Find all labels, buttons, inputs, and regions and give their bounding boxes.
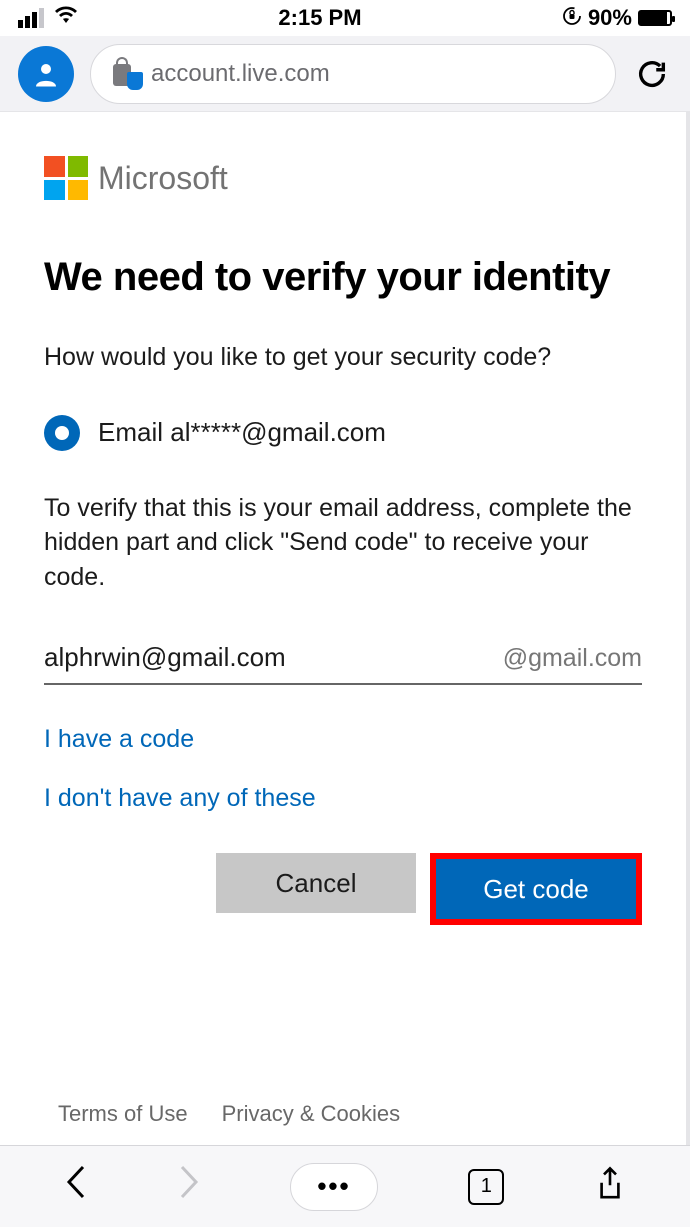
privacy-link[interactable]: Privacy & Cookies — [222, 1101, 401, 1127]
page-heading: We need to verify your identity — [44, 254, 642, 301]
microsoft-logo-icon — [44, 156, 88, 200]
instruction-text: To verify that this is your email addres… — [44, 491, 642, 595]
reload-button[interactable] — [632, 54, 672, 94]
rotation-lock-icon — [562, 6, 582, 31]
email-input-row: @gmail.com — [44, 642, 642, 685]
tabs-button[interactable]: 1 — [468, 1169, 504, 1205]
terms-link[interactable]: Terms of Use — [58, 1101, 188, 1127]
browser-toolbar-top: account.live.com — [0, 36, 690, 112]
battery-icon — [638, 10, 672, 26]
microsoft-wordmark: Microsoft — [98, 160, 228, 197]
url-text: account.live.com — [151, 60, 330, 88]
footer-links: Terms of Use Privacy & Cookies — [0, 1101, 458, 1127]
verify-option-email[interactable]: Email al*****@gmail.com — [44, 415, 642, 451]
get-code-button[interactable]: Get code — [436, 859, 636, 919]
tab-count: 1 — [481, 1175, 492, 1198]
profile-avatar[interactable] — [18, 46, 74, 102]
share-button[interactable] — [595, 1166, 625, 1207]
back-button[interactable] — [65, 1165, 87, 1208]
wifi-icon — [54, 5, 78, 31]
cancel-button[interactable]: Cancel — [216, 853, 416, 913]
email-suffix: @gmail.com — [503, 644, 642, 673]
radio-label: Email al*****@gmail.com — [98, 417, 386, 448]
button-row: Cancel Get code — [44, 853, 642, 925]
cellular-signal-icon — [18, 8, 44, 28]
browser-toolbar-bottom: ••• 1 — [0, 1145, 690, 1227]
radio-selected-icon — [44, 415, 80, 451]
forward-button[interactable] — [178, 1165, 200, 1208]
site-security-icon — [113, 60, 137, 88]
prompt-text: How would you like to get your security … — [44, 341, 642, 375]
status-bar: 2:15 PM 90% — [0, 0, 690, 36]
link-no-options[interactable]: I don't have any of these — [44, 784, 642, 813]
address-bar[interactable]: account.live.com — [90, 44, 616, 104]
microsoft-brand: Microsoft — [44, 156, 642, 200]
page-viewport: Microsoft We need to verify your identit… — [0, 112, 690, 1145]
highlight-annotation: Get code — [430, 853, 642, 925]
link-have-code[interactable]: I have a code — [44, 725, 642, 754]
email-input[interactable] — [44, 642, 503, 673]
more-menu-button[interactable]: ••• — [290, 1163, 378, 1211]
battery-percentage: 90% — [588, 5, 632, 31]
status-time: 2:15 PM — [278, 5, 361, 31]
